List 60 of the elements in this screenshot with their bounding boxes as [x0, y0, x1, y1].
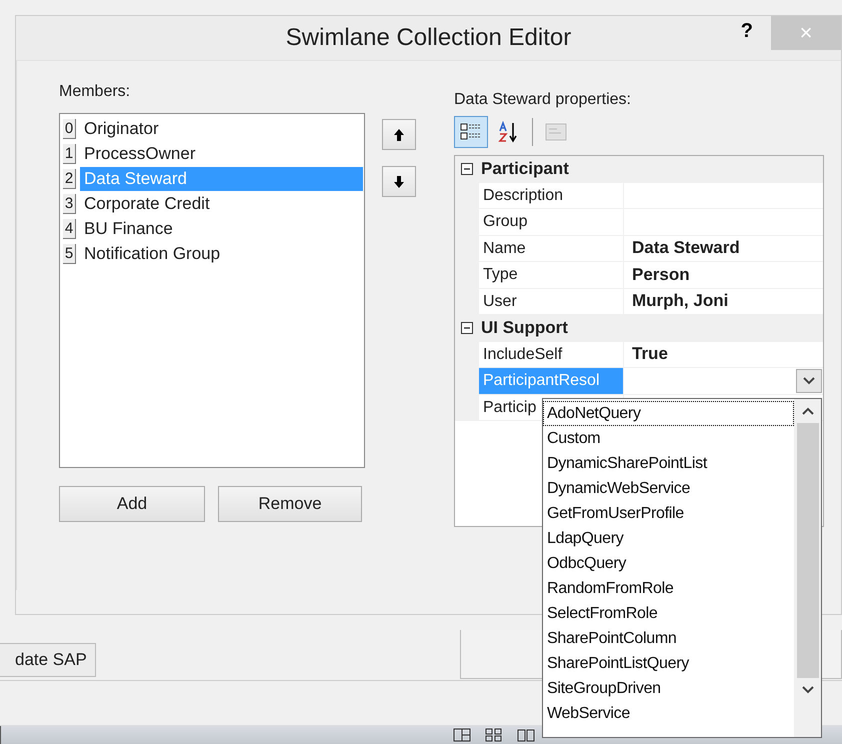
collapse-icon[interactable] [461, 322, 473, 334]
category-header: UI Support [481, 318, 568, 338]
dropdown-option[interactable]: Custom [543, 426, 794, 451]
member-item[interactable]: Corporate Credit [80, 192, 363, 216]
property-name[interactable]: Type [479, 262, 624, 288]
scroll-up-icon[interactable] [802, 407, 814, 415]
index-badge: 5 [63, 244, 76, 264]
dropdown-option[interactable]: RandomFromRole [543, 576, 794, 601]
up-arrow-icon [393, 128, 405, 142]
value-cell: Data Steward [624, 236, 823, 262]
help-button[interactable]: ? [734, 20, 759, 43]
dropdown-option[interactable]: WebService [543, 701, 794, 726]
value-cell: Person [624, 262, 823, 288]
property-pages-icon [545, 122, 567, 142]
dropdown-option[interactable]: SelectFromRole [543, 601, 794, 626]
index-badge: 1 [63, 144, 76, 164]
chevron-down-icon [803, 377, 815, 385]
member-item[interactable]: ProcessOwner [80, 142, 363, 166]
move-down-button[interactable] [382, 166, 416, 197]
categorized-list-icon [460, 122, 482, 142]
scrollbar[interactable] [794, 399, 821, 737]
document-tab[interactable]: date SAP [0, 643, 96, 677]
property-name[interactable]: User [479, 288, 624, 315]
book-icon[interactable] [517, 728, 535, 742]
dropdown-option[interactable]: OdbcQuery [543, 551, 794, 576]
index-badge: 4 [63, 218, 76, 238]
dropdown-option[interactable]: DynamicSharePointList [543, 451, 794, 476]
window-title: Swimlane Collection Editor [286, 24, 572, 52]
scroll-thumb[interactable] [796, 423, 818, 678]
property-name[interactable]: Description [479, 182, 624, 209]
layout-icon[interactable] [453, 728, 471, 742]
dropdown-option[interactable]: SharePointColumn [543, 626, 794, 651]
member-item[interactable]: BU Finance [80, 216, 363, 240]
properties-label: Data Steward properties: [454, 90, 632, 110]
member-item[interactable]: Originator [80, 116, 363, 140]
dropdown-button[interactable] [796, 369, 822, 393]
down-arrow-icon [393, 174, 405, 188]
grid-icon[interactable] [485, 728, 503, 742]
property-name[interactable]: Name [479, 236, 624, 262]
dropdown-option[interactable]: LdapQuery [543, 526, 794, 551]
index-badge: 3 [63, 194, 76, 214]
members-label: Members: [59, 82, 132, 102]
property-name[interactable]: Group [479, 209, 624, 236]
index-badge: 2 [63, 168, 76, 188]
scroll-down-icon[interactable] [802, 686, 814, 694]
dropdown-option[interactable]: SiteGroupDriven [543, 676, 794, 701]
category-header: Participant [481, 159, 569, 180]
value-cell: True [624, 342, 823, 368]
remove-button[interactable]: Remove [218, 486, 362, 522]
value-cell: Murph, Joni [624, 288, 823, 315]
member-item[interactable]: Notification Group [80, 242, 363, 266]
categorized-button[interactable] [454, 116, 488, 148]
collapse-icon[interactable] [461, 163, 473, 176]
dropdown-option[interactable]: SharePointListQuery [543, 651, 794, 676]
dropdown-option[interactable]: GetFromUserProfile [543, 501, 794, 526]
index-badge: 0 [63, 118, 76, 138]
property-name[interactable]: IncludeSelf [479, 342, 624, 368]
move-up-button[interactable] [382, 119, 416, 150]
dropdown-option[interactable]: DynamicWebService [543, 476, 794, 501]
add-button[interactable]: Add [59, 486, 205, 522]
